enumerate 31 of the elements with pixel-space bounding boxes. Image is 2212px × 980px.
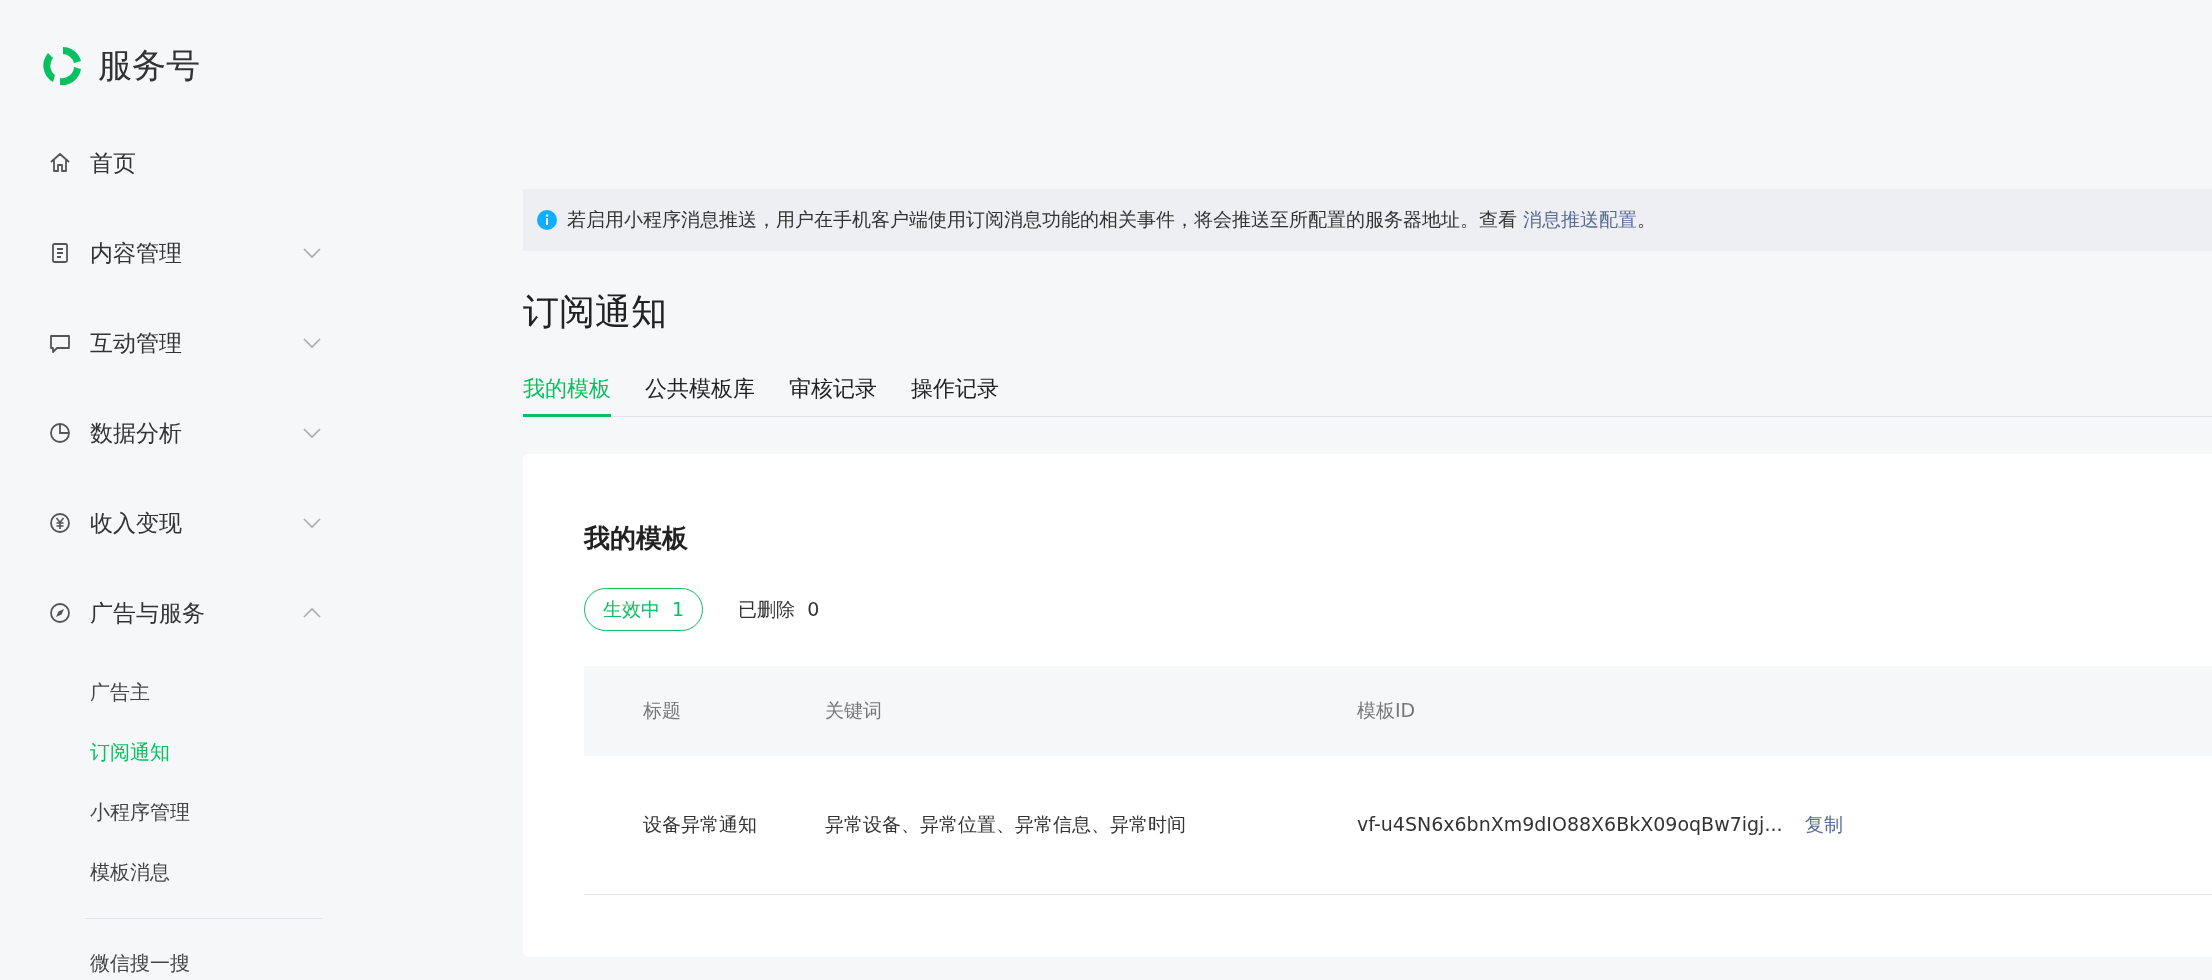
notice-text: 若启用小程序消息推送，用户在手机客户端使用订阅消息功能的相关事件，将会推送至所配置的服务器地址。查看 消息推送配置。 xyxy=(567,207,1657,232)
sidebar-subitem[interactable]: 小程序管理 xyxy=(0,782,200,842)
pie-chart-icon xyxy=(48,421,72,445)
brand-name: 服务号 xyxy=(98,44,200,87)
yen-coin-icon xyxy=(48,511,72,535)
sidebar-subitem[interactable]: 广告主 xyxy=(0,662,160,722)
status-filter[interactable]: 已删除 0 xyxy=(719,588,839,631)
table-cell-text: 异常设备、异常位置、异常信息、异常时间 xyxy=(825,812,1186,837)
tab[interactable]: 公共模板库 xyxy=(645,366,755,417)
sidebar-subitem[interactable]: 微信搜一搜 xyxy=(0,933,200,980)
sidebar-item[interactable]: 互动管理 xyxy=(0,298,323,388)
sidebar-item[interactable]: 广告与服务 xyxy=(0,568,323,658)
tab[interactable]: 操作记录 xyxy=(911,366,999,417)
compass-icon xyxy=(48,601,72,625)
push-config-link[interactable]: 消息推送配置 xyxy=(1523,208,1638,230)
page-title: 订阅通知 xyxy=(523,290,667,334)
card-title: 我的模板 xyxy=(584,522,688,555)
copy-link[interactable]: 复制 xyxy=(1804,812,1843,838)
column-header: 模板ID xyxy=(1357,698,1416,723)
table-cell-text: 设备异常通知 xyxy=(643,812,757,837)
home-icon xyxy=(48,151,72,175)
sidebar-item[interactable]: 数据分析 xyxy=(0,388,323,478)
tab[interactable]: 审核记录 xyxy=(789,366,877,417)
info-icon xyxy=(537,210,557,230)
sidebar-subitem[interactable]: 模板消息 xyxy=(0,842,180,902)
sidebar-item[interactable]: 收入变现 xyxy=(0,478,323,568)
sidebar-item[interactable]: 首页 xyxy=(0,118,323,208)
column-header: 关键词 xyxy=(825,698,882,723)
table-cell: vf-u4SN6x6bnXm9dIO88X6BkX09oqBw7igj... xyxy=(1357,813,1783,835)
sidebar-item[interactable]: 内容管理 xyxy=(0,208,323,298)
column-header: 标题 xyxy=(643,698,681,723)
